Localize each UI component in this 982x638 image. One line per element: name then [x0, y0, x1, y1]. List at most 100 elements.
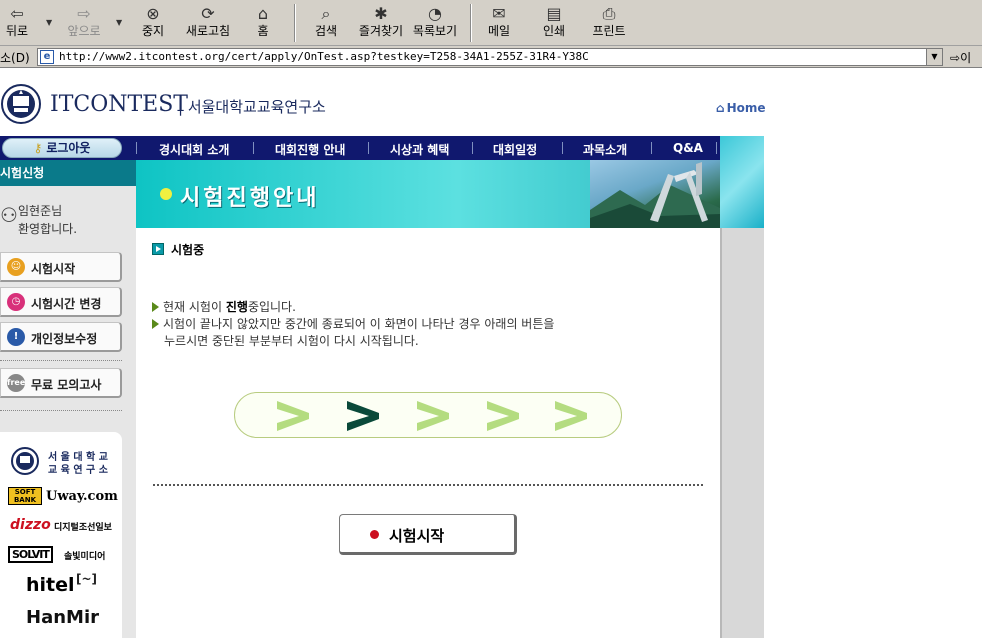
- refresh-button[interactable]: ⟳ 새로고침: [184, 4, 232, 42]
- home-link[interactable]: ⌂ Home: [716, 101, 766, 115]
- snu-small-seal-logo[interactable]: [8, 446, 42, 476]
- favorites-folder-icon: ✱: [374, 4, 388, 23]
- status-message: 현재 시험이 진행중입니다.: [152, 298, 296, 315]
- toolbar-separator: [294, 4, 296, 42]
- browser-toolbar: ⇦ 뒤로 ▼ ⇨ 앞으로 ▼ ⊗ 중지 ⟳ 새로고침 ⌂ 홈 ⌕ 검색 ✱ 즐겨…: [0, 0, 982, 46]
- print-button[interactable]: ▤ 인쇄: [540, 4, 568, 42]
- stop-icon: ⊗: [146, 4, 160, 23]
- nav-separator: [562, 142, 563, 154]
- partner-snu-line2: 교 육 연 구 소: [48, 465, 108, 476]
- mountain-gate-image: [590, 162, 720, 228]
- address-label: 소(D): [0, 51, 30, 65]
- nav-separator: [651, 142, 652, 154]
- sidebar-divider: [0, 360, 122, 361]
- partner-hitel-logo[interactable]: hitel: [26, 574, 75, 596]
- nav-item-awards[interactable]: 시상과 혜택: [390, 141, 449, 158]
- partner-softbank-logo[interactable]: SOFT BANK: [8, 487, 42, 505]
- partner-solvit-logo[interactable]: SOLVIT: [8, 546, 53, 563]
- mail-button[interactable]: ✉ 메일: [484, 4, 514, 42]
- sidebar-title: 시험신청: [0, 160, 136, 186]
- mail-icon: ✉: [492, 4, 506, 23]
- printer-button[interactable]: ⎙ 프린트: [590, 4, 628, 42]
- partner-hanmir-logo[interactable]: HanMir: [26, 607, 99, 628]
- nav-separator: [136, 142, 137, 154]
- nav-separator: [472, 142, 473, 154]
- address-url[interactable]: http://www2.itcontest.org/cert/apply/OnT…: [59, 50, 589, 63]
- ie-page-icon: e: [40, 50, 54, 64]
- snu-seal-logo[interactable]: [0, 80, 42, 128]
- instruction-message-continued: 누르시면 중단된 부분부터 시험이 다시 시작됩니다.: [164, 334, 419, 348]
- search-icon: ⌕: [321, 4, 331, 23]
- bullet-arrow-icon: [152, 302, 159, 312]
- progress-indicator: [234, 392, 622, 438]
- progress-chevron-icon: [487, 401, 519, 431]
- sidebar-divider: [0, 410, 122, 411]
- smile-icon: ☺: [7, 258, 25, 276]
- welcome-message: 환영합니다.: [18, 222, 78, 236]
- favorites-button[interactable]: ✱ 즐겨찾기: [356, 4, 406, 42]
- nav-item-subjects[interactable]: 과목소개: [583, 141, 627, 158]
- progress-chevron-icon: [277, 401, 309, 431]
- printer-icon: ⎙: [602, 4, 616, 23]
- print-icon: ▤: [546, 4, 562, 23]
- history-icon: ◔: [428, 4, 442, 23]
- go-arrow-icon: ⇨: [950, 51, 961, 65]
- house-icon: ⌂: [716, 101, 725, 115]
- address-bar: 소(D) e http://www2.itcontest.org/cert/ap…: [0, 46, 982, 68]
- logout-button[interactable]: ⚷ 로그아웃: [2, 138, 122, 158]
- users-icon: ⚇: [0, 203, 18, 227]
- forward-arrow-icon: ⇨: [77, 4, 91, 23]
- toolbar-separator: [470, 4, 472, 42]
- partner-dizzo-logo[interactable]: dizzo: [10, 517, 51, 533]
- progress-chevron-icon: [417, 401, 449, 431]
- back-button[interactable]: ⇦ 뒤로: [2, 4, 32, 42]
- nav-separator: [368, 142, 369, 154]
- nav-item-contest-intro[interactable]: 경시대회 소개: [159, 141, 229, 158]
- section-play-icon: [152, 243, 164, 255]
- sidebar-item-change-time[interactable]: ◷ 시험시간 변경: [0, 287, 122, 317]
- refresh-icon: ⟳: [201, 4, 215, 23]
- instruction-message: 시험이 끝나지 않았지만 중간에 종료되어 이 화면이 나타난 경우 아래의 버…: [152, 315, 554, 332]
- section-title: 시험중: [171, 243, 205, 257]
- nav-item-schedule[interactable]: 대회일정: [493, 141, 537, 158]
- clock-icon: ◷: [7, 293, 25, 311]
- sidebar-item-free-mock-test[interactable]: free 무료 모의고사: [0, 368, 122, 398]
- sidebar-item-edit-profile[interactable]: ! 개인정보수정: [0, 322, 122, 352]
- sidebar-item-start-test[interactable]: ☺ 시험시작: [0, 252, 122, 282]
- back-dropdown-icon[interactable]: ▼: [46, 18, 52, 27]
- progress-chevron-icon: [555, 401, 587, 431]
- history-button[interactable]: ◔ 목록보기: [410, 4, 460, 42]
- search-button[interactable]: ⌕ 검색: [312, 4, 340, 42]
- go-button[interactable]: ⇨이: [950, 49, 971, 66]
- page-title: 시험진행안내: [180, 186, 320, 211]
- hitel-bracket-icon: [~]: [76, 572, 98, 586]
- itcontest-logo[interactable]: ITCONTEST: [50, 92, 188, 117]
- home-button[interactable]: ⌂ 홈: [250, 4, 276, 42]
- nav-item-qna[interactable]: Q&A: [673, 141, 703, 155]
- info-icon: !: [7, 328, 25, 346]
- forward-button[interactable]: ⇨ 앞으로: [64, 4, 104, 42]
- key-icon: ⚷: [33, 141, 43, 155]
- partner-logos: 서 울 대 학 교 교 육 연 구 소 SOFT BANK Uway.com d…: [0, 432, 122, 638]
- banner-photo: [590, 160, 720, 228]
- address-dropdown-icon[interactable]: ▼: [926, 49, 942, 65]
- address-input[interactable]: e http://www2.itcontest.org/cert/apply/O…: [37, 48, 943, 66]
- stop-button[interactable]: ⊗ 중지: [138, 4, 168, 42]
- partner-dizzo-subtitle: 디지털조선일보: [54, 523, 112, 533]
- bullet-arrow-icon: [152, 319, 159, 329]
- nav-separator: [253, 142, 254, 154]
- right-gutter: [722, 228, 764, 638]
- progress-chevron-active-icon: [347, 401, 379, 431]
- start-test-button[interactable]: 시험시작: [339, 514, 517, 555]
- institute-name: | 서울대학교교육연구소: [178, 98, 326, 116]
- nav-item-progress-guide[interactable]: 대회진행 안내: [275, 141, 345, 158]
- nav-separator: [716, 142, 717, 154]
- main-nav: ⚷ 로그아웃 경시대회 소개 대회진행 안내 시상과 혜택 대회일정 과목소개 Q…: [0, 136, 764, 160]
- red-dot-icon: [370, 530, 379, 539]
- free-icon: free: [7, 374, 25, 392]
- house-icon: ⌂: [257, 4, 269, 23]
- decorative-corner: [720, 136, 764, 228]
- partner-uway-logo[interactable]: Uway.com: [46, 489, 118, 504]
- forward-dropdown-icon[interactable]: ▼: [116, 18, 122, 27]
- user-name: 임현준님: [18, 204, 63, 218]
